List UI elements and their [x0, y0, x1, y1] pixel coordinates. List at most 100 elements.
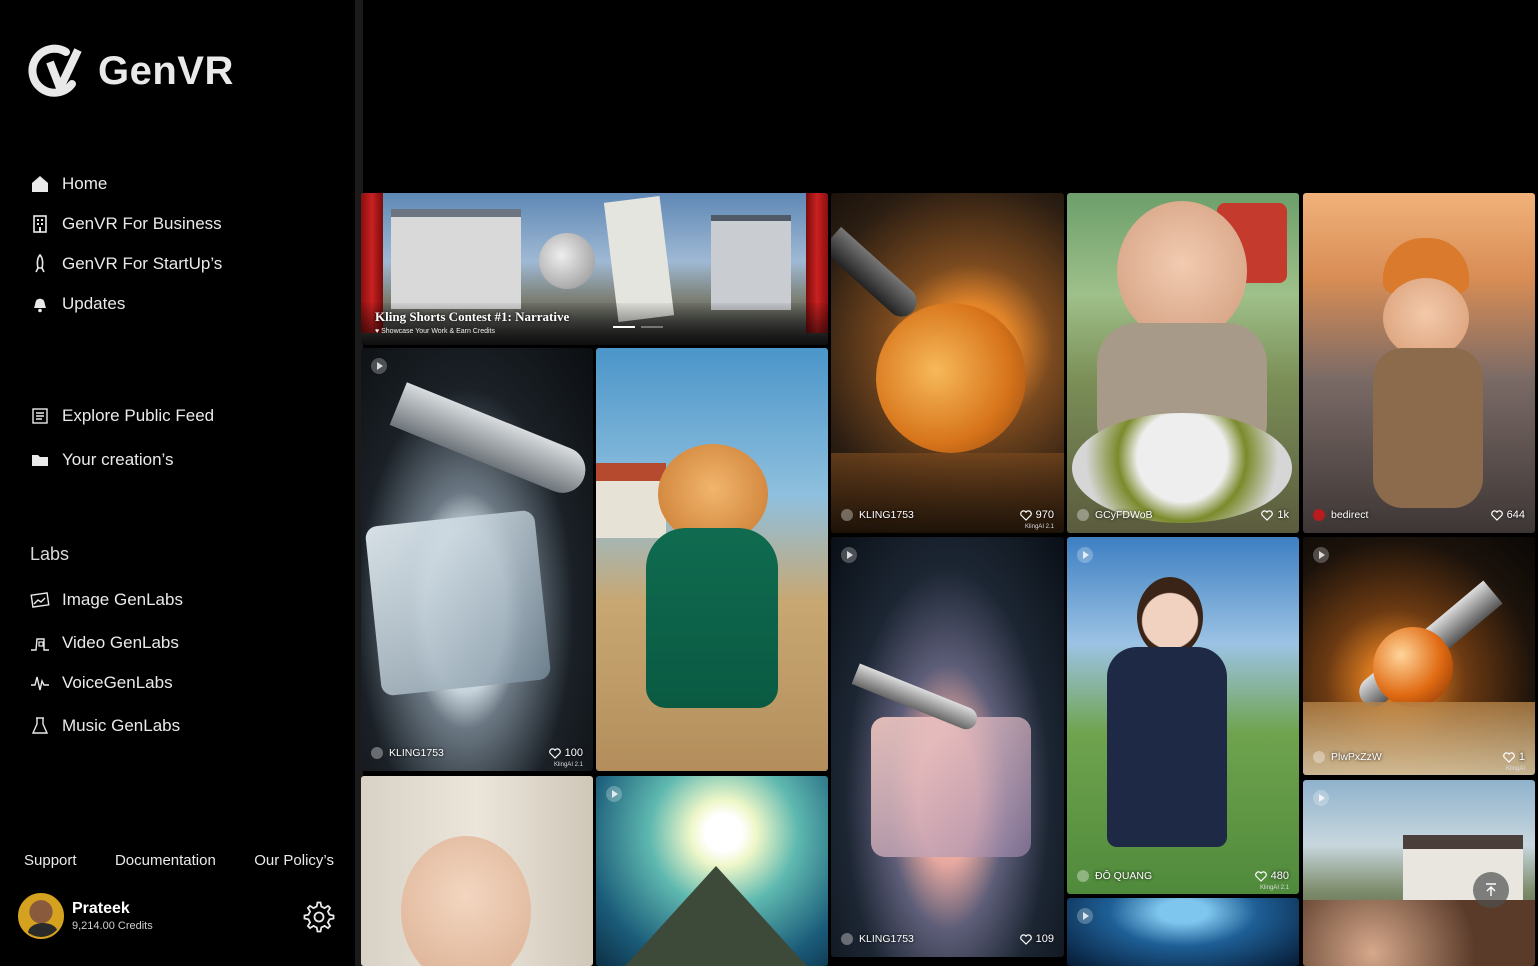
feed-card-cat[interactable] [596, 348, 828, 771]
moon [539, 233, 595, 289]
footer-links: Support Documentation Our Policy’s [24, 852, 334, 869]
card-username[interactable]: KLING1753 [859, 933, 914, 945]
card-username[interactable]: ĐÔ QUANG [1095, 870, 1152, 882]
card-username[interactable]: bedirect [1331, 509, 1368, 521]
mountain-peak [616, 866, 816, 966]
sidebar: GenVR Home GenVR For Business GenVR For … [0, 0, 355, 966]
user-credits: 9,214.00 Credits [72, 920, 153, 932]
banner-subtitle-text: Showcase Your Work & Earn Credits [381, 328, 495, 335]
building-icon [33, 215, 47, 233]
feed-card-glass-ball[interactable]: PlwPxZzW 1 KlingAI [1303, 537, 1535, 775]
woman-outfit [1107, 647, 1227, 847]
nav-voice-genlabs-label: VoiceGenLabs [62, 673, 173, 692]
like-count: 644 [1506, 509, 1525, 521]
building-left [391, 209, 521, 309]
feed-card-baby-sofa[interactable] [361, 776, 593, 966]
arrow-up-icon [1486, 883, 1496, 896]
feed-card-mansion[interactable] [1303, 780, 1535, 966]
like-button[interactable]: 644 [1490, 509, 1525, 521]
feed-card-ice-glow[interactable]: KLING1753 109 [831, 537, 1064, 957]
like-button[interactable]: 480 [1254, 870, 1289, 882]
genvr-logo-icon [28, 44, 82, 97]
glass-ball [1373, 627, 1453, 707]
card-meta: GCyFDWoB 1k [1077, 509, 1289, 521]
nav-image-genlabs[interactable]: Image GenLabs [30, 590, 183, 610]
carousel-dot[interactable] [613, 326, 635, 328]
feed-card-woman-park[interactable]: ĐÔ QUANG 480 KlingAI 2.1 [1067, 537, 1299, 894]
card-username[interactable]: GCyFDWoB [1095, 509, 1153, 521]
card-username[interactable]: PlwPxZzW [1331, 751, 1382, 763]
knife-blade [831, 226, 923, 323]
nav-creations[interactable]: Your creation’s [30, 450, 174, 470]
feed-list-icon [32, 408, 48, 424]
nav-video-genlabs-label: Video GenLabs [62, 633, 179, 652]
like-button[interactable]: 1 [1503, 751, 1525, 763]
contest-banner[interactable]: Kling Shorts Contest #1: Narrative ♥ Sho… [361, 193, 828, 345]
model-badge: KlingAI [1505, 766, 1525, 772]
like-count: 1k [1277, 509, 1289, 521]
play-icon [1313, 790, 1329, 806]
play-icon [1313, 547, 1329, 563]
gear-icon[interactable] [303, 901, 335, 933]
carousel-dot[interactable] [641, 326, 663, 328]
card-meta: ĐÔ QUANG 480 [1077, 870, 1289, 882]
like-button[interactable]: 1k [1261, 509, 1289, 521]
play-icon [371, 358, 387, 374]
feed-card-mountain[interactable] [596, 776, 828, 966]
nav-music-genlabs[interactable]: Music GenLabs [30, 716, 180, 736]
card-username[interactable]: KLING1753 [389, 747, 444, 759]
feed-card-orange[interactable]: KLING1753 970 KlingAI 2.1 [831, 193, 1064, 533]
feed-card-underwater[interactable] [1067, 898, 1299, 966]
voice-wave-icon [31, 676, 49, 691]
play-icon [1077, 908, 1093, 924]
logo[interactable]: GenVR [28, 44, 234, 98]
banner-title: Kling Shorts Contest #1: Narrative [375, 309, 570, 324]
card-meta: KLING1753 970 [841, 509, 1054, 521]
documentation-link[interactable]: Documentation [115, 852, 216, 869]
nav-startup[interactable]: GenVR For StartUp’s [30, 254, 222, 274]
nav-explore[interactable]: Explore Public Feed [30, 406, 214, 426]
user-avatar [1313, 509, 1325, 521]
carousel-dots[interactable] [613, 326, 663, 328]
support-link[interactable]: Support [24, 852, 77, 869]
food-plate [1072, 413, 1292, 523]
nav-video-genlabs[interactable]: Video GenLabs [30, 633, 179, 653]
top-bar [363, 0, 1538, 186]
like-count: 970 [1035, 509, 1054, 521]
like-button[interactable]: 970 [1019, 509, 1054, 521]
nav-home[interactable]: Home [30, 174, 107, 194]
policy-link[interactable]: Our Policy’s [254, 852, 334, 869]
cat-tracksuit [646, 528, 778, 708]
nav-music-genlabs-label: Music GenLabs [62, 716, 181, 735]
folder-icon [32, 455, 48, 466]
like-count: 480 [1270, 870, 1289, 882]
heart-icon [1019, 509, 1032, 521]
like-button[interactable]: 109 [1019, 933, 1054, 945]
user-profile[interactable]: Prateek 9,214.00 Credits [18, 893, 153, 939]
card-meta: PlwPxZzW 1 [1313, 751, 1525, 763]
nav-explore-label: Explore Public Feed [62, 406, 215, 425]
like-count: 1 [1518, 751, 1525, 763]
scroll-to-top-button[interactable] [1473, 872, 1509, 908]
nav-updates-label: Updates [62, 294, 126, 313]
baby-onesie [1373, 348, 1483, 508]
nav-voice-genlabs[interactable]: VoiceGenLabs [30, 673, 173, 693]
nav-creations-label: Your creation’s [62, 450, 174, 469]
nav-business[interactable]: GenVR For Business [30, 214, 222, 234]
nav-updates[interactable]: Updates [30, 294, 125, 314]
feed-card-ice-knife[interactable]: KLING1753 100 KlingAI 2.1 [361, 348, 593, 771]
brand-name: GenVR [98, 48, 234, 93]
like-button[interactable]: 100 [548, 747, 583, 759]
user-avatar [1077, 870, 1089, 882]
card-username[interactable]: KLING1753 [859, 509, 914, 521]
play-icon [1077, 547, 1093, 563]
feed-card-baby-orange-hat[interactable]: bedirect 644 [1303, 193, 1535, 533]
play-icon [606, 786, 622, 802]
baby-face [1117, 201, 1247, 341]
baby-face [1383, 278, 1469, 358]
wood-board [831, 453, 1064, 533]
model-badge: KlingAI 2.1 [1259, 885, 1289, 891]
like-count: 100 [564, 747, 583, 759]
feed-card-baby-eating[interactable]: GCyFDWoB 1k [1067, 193, 1299, 533]
heart-icon [1503, 751, 1515, 763]
